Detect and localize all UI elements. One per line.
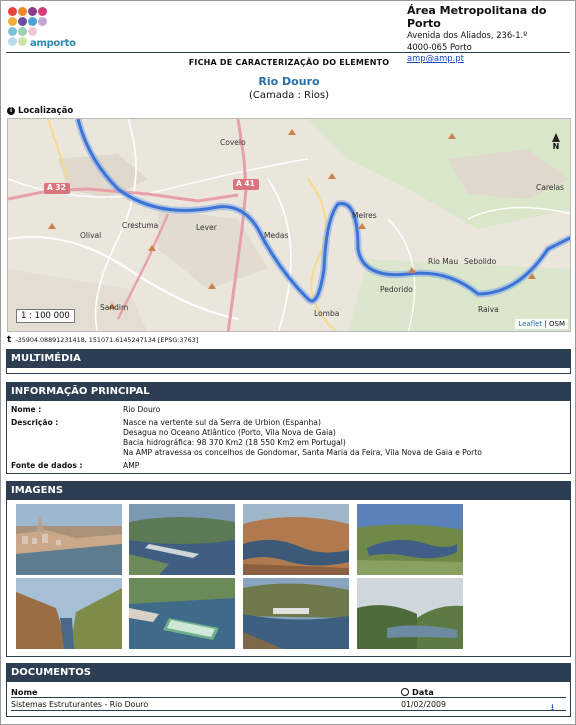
images-header: IMAGENS [7,482,570,500]
document-date: 01/02/2009 [401,700,446,709]
place-label: Lever [196,223,217,232]
place-label: Sandim [100,303,129,312]
organisation-block: Área Metropolitana do Porto Avenida dos … [407,4,567,65]
image-thumbnail[interactable] [129,504,235,575]
clock-icon [401,688,409,696]
misty-valley-photo [357,578,463,649]
address-line-1: Avenida dos Aliados, 236-1.º [407,30,528,40]
description-line: Nasce na vertente sul da Serra de Urbion… [123,418,321,427]
gorge-photo [16,578,122,649]
source-row: Fonte de dados : AMP [11,461,567,471]
sheet-title: FICHA DE CARACTERIZAÇÃO DO ELEMENTO [188,58,390,67]
place-label: Lomba [314,309,340,318]
documents-section: DOCUMENTOS Nome Data Sistemas Estruturan… [6,663,571,717]
organisation-name: Área Metropolitana do Porto [407,4,547,30]
leaflet-link[interactable]: Leaflet [518,320,542,328]
map-scale: 1 : 100 000 [16,309,75,323]
image-thumbnail[interactable] [16,504,122,575]
image-thumbnail[interactable] [357,578,463,649]
amporto-logo: amporto [6,5,76,49]
north-arrow-icon [552,133,560,142]
description-label: Descrição : [11,418,59,427]
place-label: Rio Mau [428,257,459,266]
documents-table-header: Nome Data [11,687,566,698]
table-row[interactable]: Sistemas Estruturantes - Rio Douro 01/02… [11,700,566,713]
multimedia-section: MULTIMÉDIA [6,349,571,374]
place-label: Covelo [220,138,246,147]
main-info-header: INFORMAÇÃO PRINCIPAL [7,383,570,401]
map-canvas [8,119,570,331]
download-icon[interactable]: ⭳ [551,700,554,716]
dam-aerial-photo [243,578,349,649]
logo-text: amporto [30,38,76,49]
porto-city-photo [16,504,122,575]
description-value: Nasce na vertente sul da Serra de Urbion… [123,418,563,458]
report-page: amporto Área Metropolitana do Porto Aven… [0,0,576,725]
road-label-a41: A 41 [236,179,255,188]
coordinates-line: t -35904.08891231418, 151071.6145247134 … [7,335,198,345]
location-label: Localização [18,106,74,116]
description-line: Desagua no Oceano Atlântico (Porto, Vila… [123,428,336,437]
element-layer: (Camada : Rios) [248,90,330,101]
location-heading: i Localização [7,106,73,116]
source-label: Fonte de dados : [11,461,83,470]
north-label: N [552,142,560,151]
info-icon: i [7,107,15,115]
name-row: Nome : Rio Douro [11,405,567,415]
north-arrow: N [552,133,560,151]
place-label: Crestuma [122,221,159,230]
document-name[interactable]: Sistemas Estruturantes - Rio Douro [11,700,148,709]
place-label: Raiva [478,305,499,314]
column-date: Data [401,687,434,697]
image-thumbnail[interactable] [243,504,349,575]
map-attribution: Leaflet | OSM [515,319,568,329]
place-label: Melres [352,211,377,220]
coordinates-symbol: t [7,335,12,345]
element-name: Rio Douro [258,75,320,88]
image-thumbnail[interactable] [16,578,122,649]
description-line: Na AMP atravessa os concelhos de Gondoma… [123,448,482,457]
column-date-label: Data [412,687,434,697]
marina-photo [129,578,235,649]
road-label-a32: A 32 [47,183,66,192]
river-valley-photo [243,504,349,575]
main-info-section: INFORMAÇÃO PRINCIPAL Nome : Rio Douro De… [6,382,571,474]
douro-dam-photo [129,504,235,575]
image-thumbnail[interactable] [357,504,463,575]
place-label: Sebolido [464,257,497,266]
multimedia-header: MULTIMÉDIA [7,350,570,368]
osm-link[interactable]: OSM [549,320,565,328]
coordinates-value: -35904.08891231418, 151071.6145247134 [E… [15,336,199,344]
place-label: Medas [264,231,289,240]
name-label: Nome : [11,405,42,414]
documents-header: DOCUMENTOS [7,664,570,682]
image-thumbnail[interactable] [129,578,235,649]
description-row: Descrição : Nasce na vertente sul da Ser… [11,418,567,460]
source-value: AMP [123,461,140,470]
description-line: Bacia hidrográfica: 98 370 Km2 (18 550 K… [123,438,346,447]
place-label: Olival [80,231,102,240]
place-label: Pedorido [380,285,413,294]
river-bend-photo [357,504,463,575]
name-value: Rio Douro [123,405,161,414]
location-map[interactable]: A 32 A 41 Covelo Carelas Crestuma Olival… [7,118,571,332]
images-section: IMAGENS [6,481,571,657]
header-divider [6,52,570,53]
attribution-separator: | [542,320,549,328]
column-name: Nome [11,687,38,697]
image-thumbnail[interactable] [243,578,349,649]
place-label: Carelas [536,183,564,192]
